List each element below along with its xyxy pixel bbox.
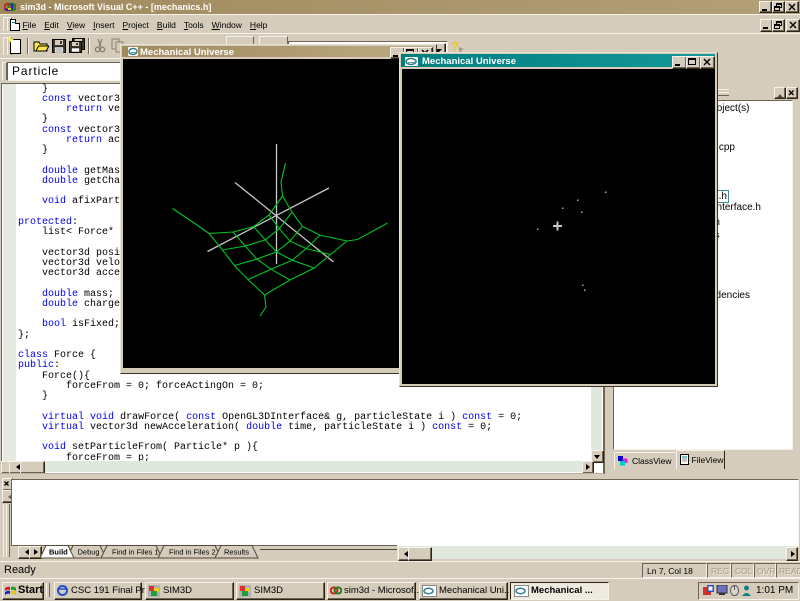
svg-text:Results: Results [224, 548, 249, 557]
svg-text:Build: Build [49, 548, 68, 557]
svg-text:Find in Files 2: Find in Files 2 [169, 548, 216, 557]
svg-text:Find in Files 1: Find in Files 1 [112, 548, 159, 557]
svg-text:Debug: Debug [78, 548, 100, 557]
